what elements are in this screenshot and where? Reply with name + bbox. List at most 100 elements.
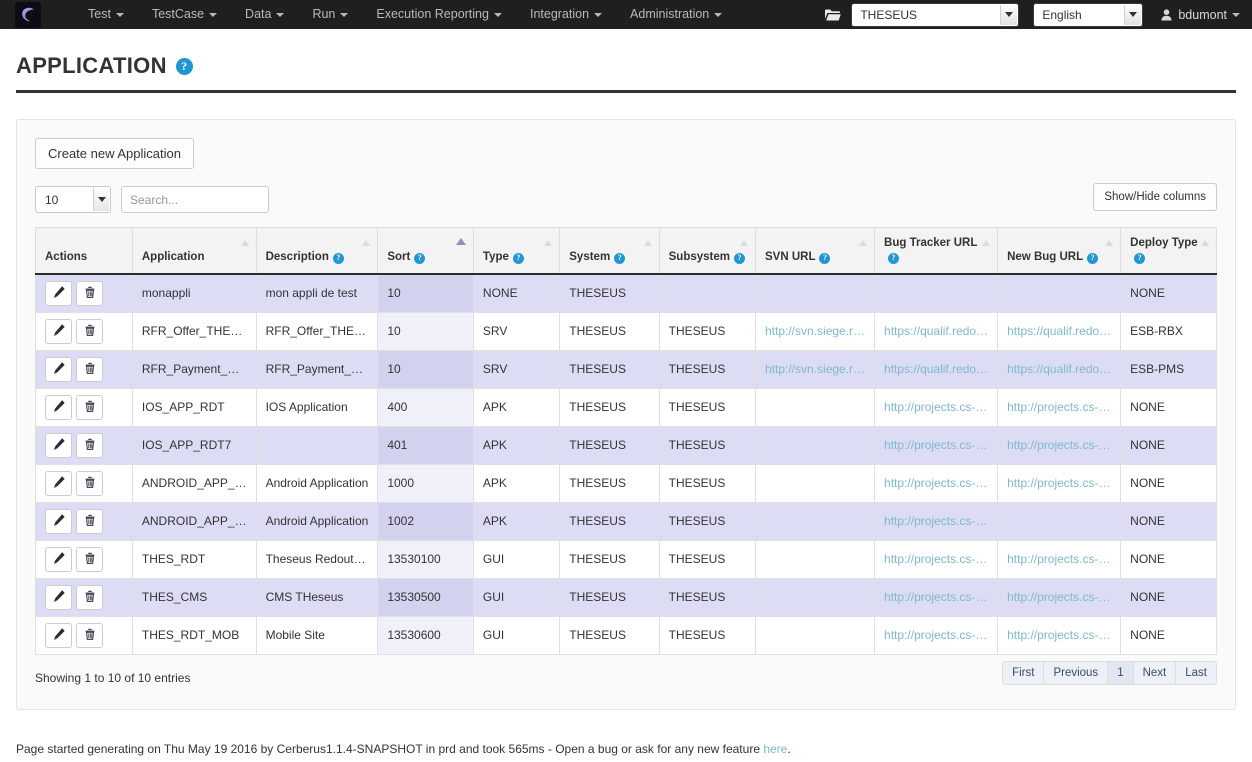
column-header-new-bug-url[interactable]: New Bug URL? bbox=[998, 228, 1121, 274]
column-header-sort[interactable]: Sort? bbox=[378, 228, 474, 274]
table-row[interactable]: monapplimon appli de test10NONETHESEUSNO… bbox=[36, 274, 1217, 313]
edit-row-button[interactable] bbox=[45, 319, 72, 344]
table-row[interactable]: THES_RDTTheseus Redout…13530100GUITHESEU… bbox=[36, 540, 1217, 578]
cell-new-bug-url-link[interactable]: https://qualif.redo… bbox=[1007, 362, 1111, 376]
pagination-button-last[interactable]: Last bbox=[1175, 661, 1217, 685]
help-icon[interactable]: ? bbox=[734, 253, 745, 264]
edit-row-button[interactable] bbox=[45, 395, 72, 420]
nav-item-test[interactable]: Test bbox=[74, 0, 138, 29]
table-row[interactable]: THES_CMSCMS THeseus13530500GUITHESEUSTHE… bbox=[36, 578, 1217, 616]
show-hide-columns-button[interactable]: Show/Hide columns bbox=[1093, 183, 1217, 211]
table-row[interactable]: RFR_Payment_…RFR_Payment_…10SRVTHESEUSTH… bbox=[36, 350, 1217, 388]
search-input[interactable] bbox=[121, 186, 269, 213]
help-icon[interactable]: ? bbox=[1134, 253, 1145, 264]
table-row[interactable]: THES_RDT_MOBMobile Site13530600GUITHESEU… bbox=[36, 616, 1217, 654]
column-header-system[interactable]: System? bbox=[560, 228, 659, 274]
cell-new-bug-url-link[interactable]: https://qualif.redo… bbox=[1007, 324, 1111, 338]
help-icon[interactable]: ? bbox=[333, 253, 344, 264]
edit-row-button[interactable] bbox=[45, 623, 72, 648]
delete-row-button[interactable] bbox=[76, 509, 103, 534]
chevron-down-icon bbox=[1232, 13, 1240, 17]
delete-row-button[interactable] bbox=[76, 281, 103, 306]
delete-row-button[interactable] bbox=[76, 319, 103, 344]
help-icon[interactable]: ? bbox=[414, 253, 425, 264]
edit-row-button[interactable] bbox=[45, 585, 72, 610]
help-icon[interactable]: ? bbox=[1087, 253, 1098, 264]
app-logo[interactable] bbox=[8, 0, 48, 29]
cell-svn-url-link[interactable]: http://svn.siege.r… bbox=[765, 362, 865, 376]
cell-bug-tracker-url-link[interactable]: http://projects.cs-… bbox=[884, 438, 987, 452]
cell-bug-tracker-url-link[interactable]: https://qualif.redo… bbox=[884, 324, 988, 338]
delete-row-button[interactable] bbox=[76, 433, 103, 458]
pagination-button-next[interactable]: Next bbox=[1133, 661, 1177, 685]
nav-item-testcase[interactable]: TestCase bbox=[138, 0, 231, 29]
page-length-select[interactable]: 10 bbox=[35, 186, 111, 213]
footer-here-link[interactable]: here bbox=[763, 742, 787, 756]
edit-row-button[interactable] bbox=[45, 357, 72, 382]
nav-item-administration[interactable]: Administration bbox=[616, 0, 736, 29]
cell-bug-tracker-url-link[interactable]: http://projects.cs-… bbox=[884, 514, 987, 528]
table-row[interactable]: IOS_APP_RDTIOS Application400APKTHESEUST… bbox=[36, 388, 1217, 426]
column-header-description[interactable]: Description? bbox=[256, 228, 378, 274]
pagination-button-previous[interactable]: Previous bbox=[1043, 661, 1108, 685]
nav-item-data[interactable]: Data bbox=[231, 0, 298, 29]
create-new-application-button[interactable]: Create new Application bbox=[35, 138, 194, 169]
top-navbar: Test TestCase Data Run Execution Reporti… bbox=[0, 0, 1252, 29]
delete-row-button[interactable] bbox=[76, 585, 103, 610]
cell-bug-tracker-url-link[interactable]: http://projects.cs-… bbox=[884, 590, 987, 604]
edit-row-button[interactable] bbox=[45, 471, 72, 496]
nav-item-execution-reporting[interactable]: Execution Reporting bbox=[362, 0, 516, 29]
edit-row-button[interactable] bbox=[45, 547, 72, 572]
column-header-deploy-type[interactable]: Deploy Type? bbox=[1121, 228, 1217, 274]
table-row[interactable]: ANDROID_APP_…Android Application1002APKT… bbox=[36, 502, 1217, 540]
column-header-svn-url[interactable]: SVN URL? bbox=[756, 228, 875, 274]
help-icon[interactable]: ? bbox=[819, 253, 830, 264]
pagination-button-first[interactable]: First bbox=[1002, 661, 1044, 685]
help-icon[interactable]: ? bbox=[614, 253, 625, 264]
edit-row-button[interactable] bbox=[45, 281, 72, 306]
cell-bug-tracker-url-link[interactable]: http://projects.cs-… bbox=[884, 476, 987, 490]
cerberus-logo-icon bbox=[15, 2, 41, 28]
user-menu[interactable]: bdumont bbox=[1157, 8, 1244, 22]
cell-bug-tracker-url-link[interactable]: http://projects.cs-… bbox=[884, 552, 987, 566]
sort-indicator-icon bbox=[1201, 240, 1209, 246]
folder-icon[interactable] bbox=[824, 8, 841, 22]
cell-new-bug-url-link[interactable]: http://projects.cs-… bbox=[1007, 476, 1110, 490]
column-header-bug-tracker-url[interactable]: Bug Tracker URL? bbox=[875, 228, 998, 274]
table-row[interactable]: RFR_Offer_THE…RFR_Offer_THE…10SRVTHESEUS… bbox=[36, 312, 1217, 350]
cell-bug-tracker-url-link[interactable]: http://projects.cs-… bbox=[884, 400, 987, 414]
delete-row-button[interactable] bbox=[76, 395, 103, 420]
column-header-subsystem[interactable]: Subsystem? bbox=[659, 228, 755, 274]
cell-new-bug-url-link[interactable]: http://projects.cs-… bbox=[1007, 438, 1110, 452]
delete-row-button[interactable] bbox=[76, 471, 103, 496]
cell-svn-url-link[interactable]: http://svn.siege.r… bbox=[765, 324, 865, 338]
table-row[interactable]: ANDROID_APP_…Android Application1000APKT… bbox=[36, 464, 1217, 502]
title-divider bbox=[16, 90, 1236, 93]
cell-bug-tracker-url-link[interactable]: https://qualif.redo… bbox=[884, 362, 988, 376]
nav-item-integration[interactable]: Integration bbox=[516, 0, 616, 29]
table-controls: 10 Show/Hide columns bbox=[35, 186, 1217, 213]
row-actions-cell bbox=[36, 540, 133, 578]
edit-row-button[interactable] bbox=[45, 433, 72, 458]
help-icon[interactable]: ? bbox=[176, 58, 193, 75]
cell-new-bug-url-link[interactable]: http://projects.cs-… bbox=[1007, 400, 1110, 414]
delete-row-button[interactable] bbox=[76, 357, 103, 382]
cell-new-bug-url: http://projects.cs-… bbox=[998, 578, 1121, 616]
help-icon[interactable]: ? bbox=[888, 253, 899, 264]
edit-row-button[interactable] bbox=[45, 509, 72, 534]
language-select[interactable]: English bbox=[1033, 3, 1143, 27]
delete-row-button[interactable] bbox=[76, 623, 103, 648]
cell-new-bug-url-link[interactable]: http://projects.cs-… bbox=[1007, 552, 1110, 566]
nav-item-run[interactable]: Run bbox=[298, 0, 362, 29]
system-select[interactable]: THESEUS bbox=[851, 3, 1019, 27]
column-header-type[interactable]: Type? bbox=[473, 228, 559, 274]
help-icon[interactable]: ? bbox=[513, 253, 524, 264]
cell-new-bug-url-link[interactable]: http://projects.cs-… bbox=[1007, 590, 1110, 604]
column-header-application[interactable]: Application bbox=[132, 228, 256, 274]
row-actions-cell bbox=[36, 464, 133, 502]
cell-bug-tracker-url-link[interactable]: http://projects.cs-… bbox=[884, 628, 987, 642]
delete-row-button[interactable] bbox=[76, 547, 103, 572]
cell-new-bug-url-link[interactable]: http://projects.cs-… bbox=[1007, 628, 1110, 642]
table-row[interactable]: IOS_APP_RDT7401APKTHESEUSTHESEUShttp://p… bbox=[36, 426, 1217, 464]
pagination-button-1[interactable]: 1 bbox=[1107, 661, 1133, 685]
